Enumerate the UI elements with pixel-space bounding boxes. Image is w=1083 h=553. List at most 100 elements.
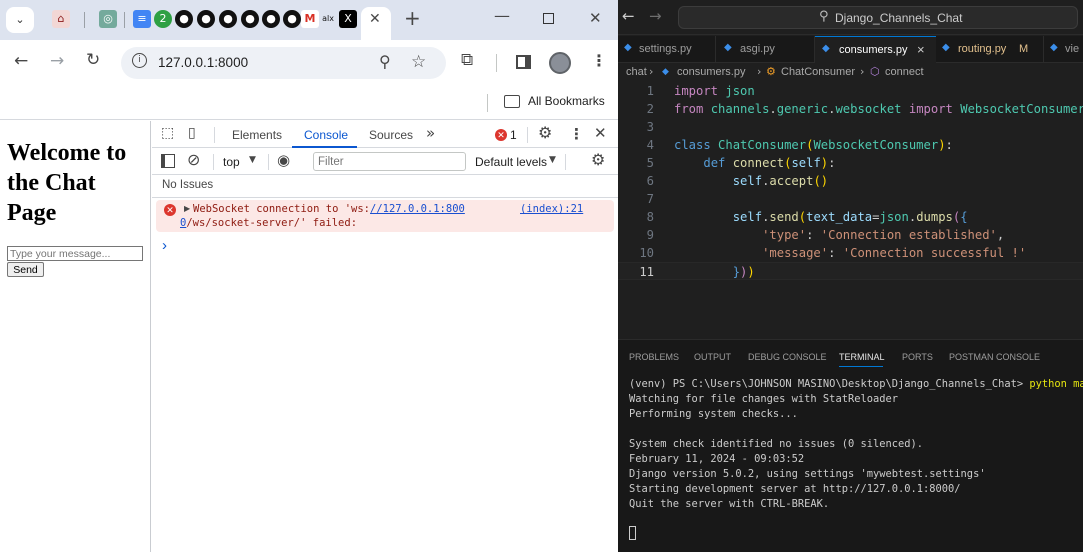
more-menu-icon[interactable]: ⋮ xyxy=(591,51,607,70)
devtools-more-icon[interactable]: ⋮ xyxy=(569,125,584,143)
devtools-divider xyxy=(213,154,214,170)
avatar[interactable] xyxy=(549,52,571,74)
line-number: 5 xyxy=(646,156,654,170)
alx-favicon-icon[interactable]: alx xyxy=(319,10,337,28)
tab-consumers[interactable]: ◆ consumers.py × xyxy=(815,36,936,64)
panel-tab-output[interactable]: OUTPUT xyxy=(694,352,731,362)
error-count[interactable]: 1 xyxy=(510,128,517,142)
devtools-tab-bar: ⬚ ▯ Elements Console Sources » ✕ 1 ⚙ ⋮ ✕ xyxy=(152,121,618,148)
extensions-icon[interactable]: ⧉ xyxy=(461,50,473,70)
console-toolbar: ⊘ top ▼ ◉ Default levels ▼ ⚙ xyxy=(152,148,618,175)
clear-console-icon[interactable]: ⊘ xyxy=(187,150,200,169)
tab-label: asgi.py xyxy=(740,43,775,55)
github-favicon-icon[interactable]: ● xyxy=(262,10,280,28)
nav-back-icon[interactable]: ← xyxy=(622,7,635,25)
panel-tab-problems[interactable]: PROBLEMS xyxy=(629,352,679,362)
python-file-icon: ◆ xyxy=(662,66,669,76)
new-tab-button[interactable]: + xyxy=(404,6,421,30)
x-favicon-icon[interactable]: X xyxy=(339,10,357,28)
minimize-icon[interactable]: — xyxy=(494,6,510,25)
close-icon[interactable]: ✕ xyxy=(369,11,381,27)
github-favicon-icon[interactable]: ● xyxy=(197,10,215,28)
code-line: 5 def connect(self): xyxy=(618,154,1083,172)
message-input[interactable] xyxy=(7,246,143,261)
code-editor[interactable]: 1 import json 2 from channels.generic.webs… xyxy=(618,82,1083,338)
terminal[interactable]: (venv) PS C:\Users\JOHNSON MASINO\Deskto… xyxy=(618,370,1083,553)
code-text: import json xyxy=(674,84,755,98)
console-filter-input[interactable] xyxy=(313,152,466,171)
error-url-link[interactable]: //127.0.0.1:800 xyxy=(370,203,465,215)
close-devtools-icon[interactable]: ✕ xyxy=(594,124,607,142)
send-button[interactable]: Send xyxy=(7,262,44,277)
command-center-search[interactable]: ⚲ Django_Channels_Chat xyxy=(678,6,1078,29)
tab-elements[interactable]: Elements xyxy=(232,128,282,142)
breadcrumb-method[interactable]: connect xyxy=(885,66,924,78)
github-favicon-icon[interactable]: ● xyxy=(241,10,259,28)
console-settings-icon[interactable]: ⚙ xyxy=(591,150,605,169)
maximize-icon[interactable] xyxy=(543,13,554,24)
settings-gear-icon[interactable]: ⚙ xyxy=(538,123,552,142)
tab-sources[interactable]: Sources xyxy=(369,128,413,142)
close-window-icon[interactable]: ✕ xyxy=(589,9,602,27)
code-line: 7 xyxy=(618,190,1083,208)
reload-icon[interactable]: ↻ xyxy=(86,50,100,70)
close-tab-icon[interactable]: × xyxy=(917,42,925,57)
line-number: 10 xyxy=(639,246,654,260)
tab-search-button[interactable]: ⌄ xyxy=(6,7,34,33)
site-favicon-icon[interactable]: ⌂ xyxy=(52,10,70,28)
info-icon[interactable]: i xyxy=(132,53,147,68)
context-dropdown-icon[interactable]: ▼ xyxy=(249,155,256,165)
tab-settings[interactable]: ◆ settings.py xyxy=(618,36,716,63)
panel-tab-postman[interactable]: POSTMAN CONSOLE xyxy=(949,352,1040,362)
github-favicon-icon[interactable]: ● xyxy=(219,10,237,28)
folder-icon[interactable] xyxy=(504,95,520,108)
levels-dropdown-icon[interactable]: ▼ xyxy=(549,155,556,165)
github-favicon-icon[interactable]: ● xyxy=(283,10,301,28)
chevron-right-icon: › xyxy=(649,65,654,78)
gmail-favicon-icon[interactable]: M xyxy=(301,10,319,28)
sidebar-toggle-icon[interactable] xyxy=(161,154,175,168)
code-text: })) xyxy=(732,265,755,279)
expand-arrow-icon[interactable]: ▶ xyxy=(184,204,190,213)
error-icon[interactable]: ✕ xyxy=(495,129,507,141)
tab-routing[interactable]: ◆ routing.py M xyxy=(936,36,1044,63)
terminal-line: Performing system checks... xyxy=(629,408,798,420)
nav-forward-icon[interactable]: → xyxy=(649,7,662,25)
tab-label: routing.py xyxy=(958,43,1007,55)
tab-console[interactable]: Console xyxy=(304,128,348,142)
live-expression-eye-icon[interactable]: ◉ xyxy=(277,151,290,169)
more-tabs-icon[interactable]: » xyxy=(426,124,435,142)
github-favicon-icon[interactable]: ● xyxy=(175,10,193,28)
terminal-cursor xyxy=(629,526,636,540)
breadcrumb-chat[interactable]: chat xyxy=(626,66,647,78)
address-bar[interactable]: i 127.0.0.1:8000 ⚲ ☆ xyxy=(121,47,446,79)
error-source-link[interactable]: (index):21 xyxy=(520,203,583,215)
breadcrumb-file[interactable]: consumers.py xyxy=(677,66,745,78)
console-prompt[interactable]: › xyxy=(162,237,167,254)
device-toolbar-icon[interactable]: ▯ xyxy=(188,125,196,141)
log-levels-select[interactable]: Default levels xyxy=(475,155,547,169)
side-panel-icon[interactable] xyxy=(516,55,531,69)
zoom-icon[interactable]: ⚲ xyxy=(379,52,391,71)
code-text: def connect(self): xyxy=(703,156,836,170)
tab-views[interactable]: ◆ vie xyxy=(1045,36,1083,63)
chatgpt-favicon-icon[interactable]: ◎ xyxy=(99,10,117,28)
panel-tab-terminal[interactable]: TERMINAL xyxy=(839,352,885,362)
panel-tab-debug-console[interactable]: DEBUG CONSOLE xyxy=(748,352,827,362)
panel-tab-ports[interactable]: PORTS xyxy=(902,352,933,362)
bookmark-star-icon[interactable]: ☆ xyxy=(411,52,426,72)
inspect-icon[interactable]: ⬚ xyxy=(161,125,174,141)
badge-favicon-icon[interactable]: 2 xyxy=(154,10,172,28)
context-select[interactable]: top xyxy=(223,155,240,169)
forward-icon[interactable]: → xyxy=(50,51,64,71)
code-line: 4 class ChatConsumer(WebsocketConsumer): xyxy=(618,136,1083,154)
all-bookmarks-link[interactable]: All Bookmarks xyxy=(528,94,605,108)
breadcrumb-class[interactable]: ChatConsumer xyxy=(781,66,855,78)
docs-favicon-icon[interactable]: ≡ xyxy=(133,10,151,28)
back-icon[interactable]: ← xyxy=(14,51,28,71)
devtools-divider xyxy=(527,127,528,143)
bookmarks-bar: All Bookmarks xyxy=(0,86,618,120)
url-text[interactable]: 127.0.0.1:8000 xyxy=(158,55,248,70)
console-error-message: ✕ ▶ WebSocket connection to 'ws://127.0.… xyxy=(156,200,614,232)
tab-asgi[interactable]: ◆ asgi.py xyxy=(717,36,815,63)
